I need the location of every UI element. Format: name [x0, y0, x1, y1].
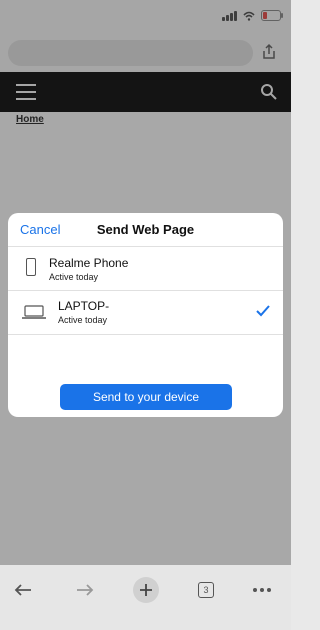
send-to-device-button[interactable]: Send to your device: [60, 384, 232, 410]
sheet-header: Send Web Page Cancel: [8, 213, 283, 247]
tab-count: 3: [198, 582, 214, 598]
bottom-toolbar: 3: [0, 565, 291, 630]
laptop-icon: [22, 305, 46, 319]
back-arrow-icon: [14, 584, 31, 596]
phone-icon: [26, 258, 36, 276]
plus-icon: [140, 584, 152, 596]
device-name: LAPTOP-: [58, 299, 110, 313]
forward-arrow-icon: [77, 584, 94, 596]
back-button[interactable]: [10, 577, 36, 603]
new-tab-button[interactable]: [133, 577, 159, 603]
forward-button[interactable]: [72, 577, 98, 603]
device-status: Active today: [49, 272, 99, 282]
checkmark-icon: [256, 305, 270, 317]
more-button[interactable]: [249, 577, 275, 603]
device-name: Realme Phone: [49, 256, 129, 270]
send-web-page-sheet: Send Web Page Cancel Realme Phone Active…: [8, 213, 283, 417]
device-status: Active today: [58, 315, 108, 325]
tabs-button[interactable]: 3: [193, 577, 219, 603]
cancel-button[interactable]: Cancel: [20, 222, 60, 237]
device-row-phone[interactable]: Realme Phone Active today: [8, 247, 283, 291]
more-dots-icon: [253, 588, 271, 592]
device-row-laptop[interactable]: LAPTOP- Active today: [8, 291, 283, 335]
